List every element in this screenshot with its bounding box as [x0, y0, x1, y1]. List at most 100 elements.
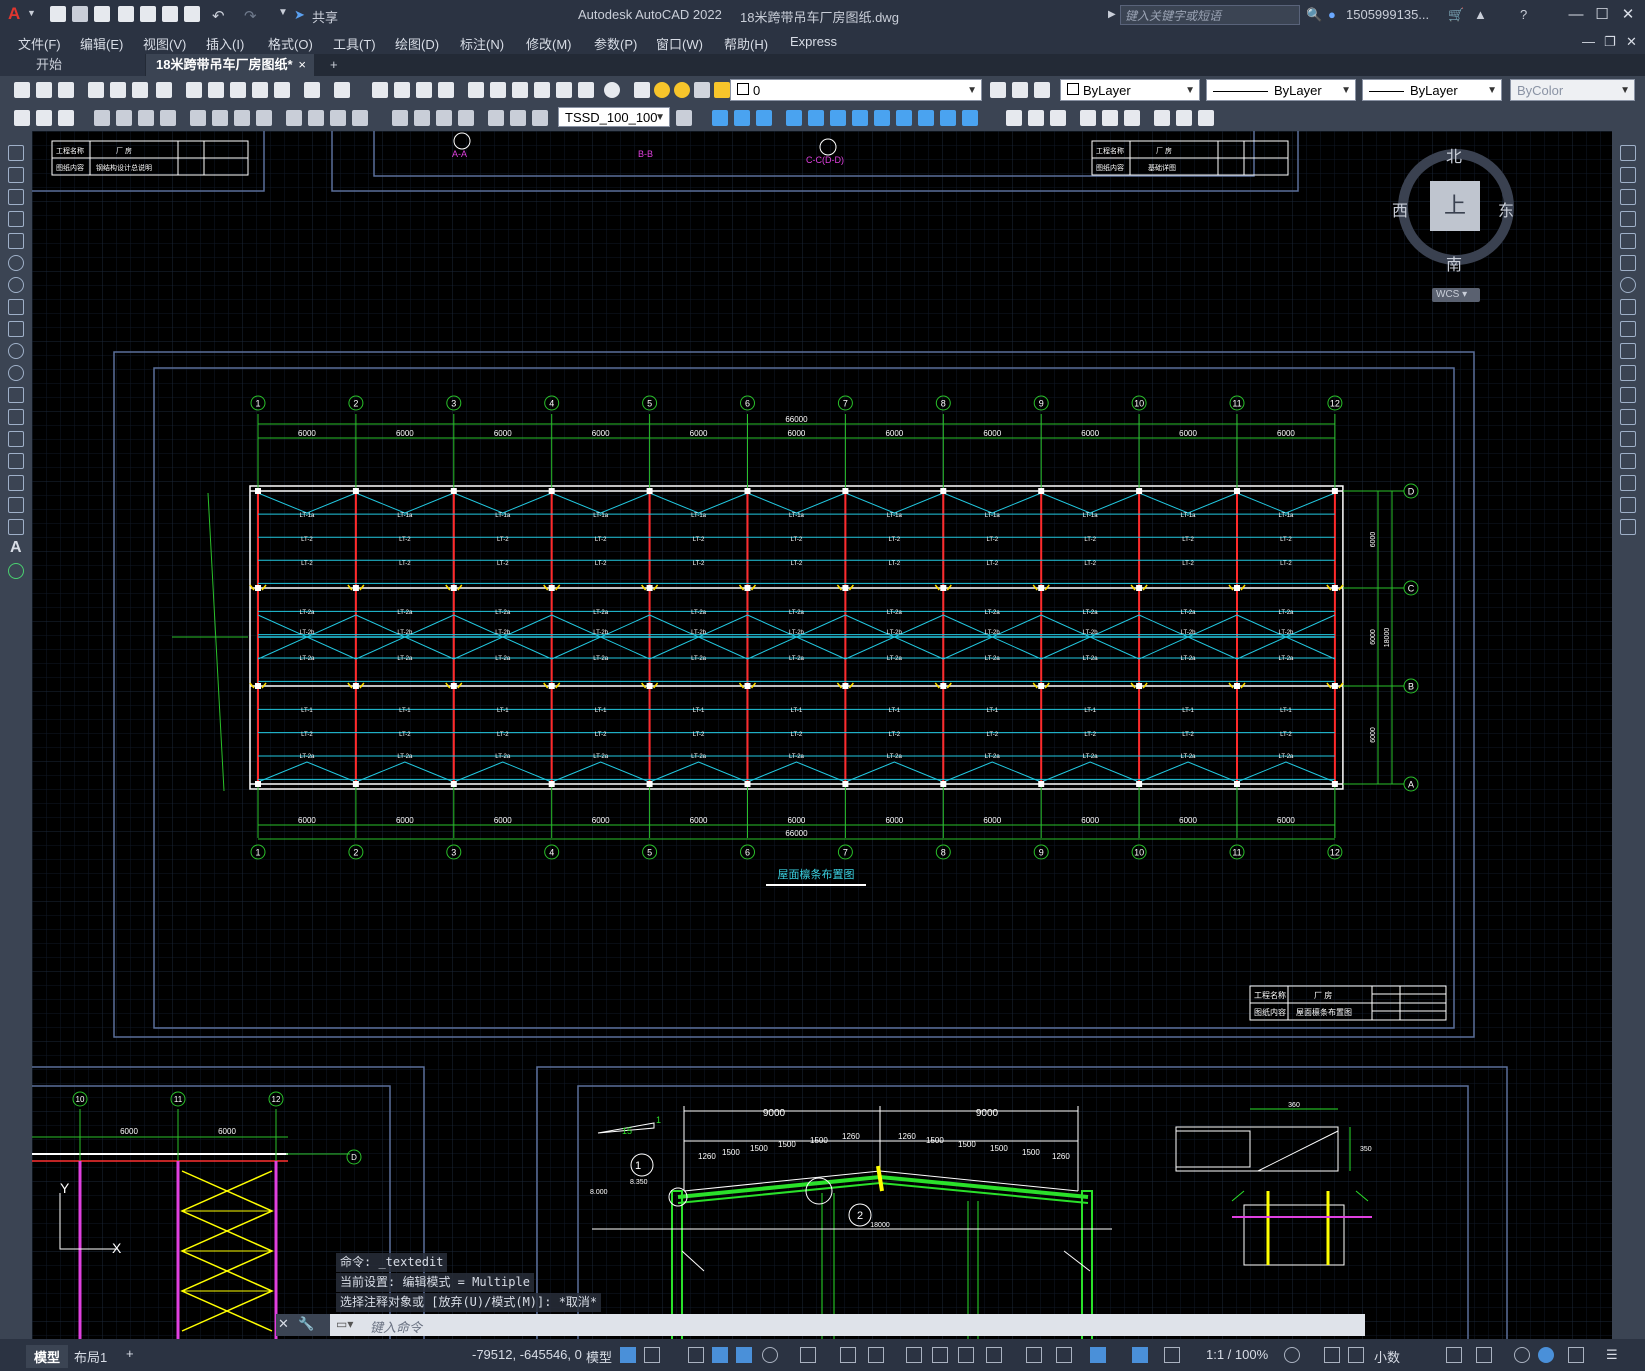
fillet-icon[interactable] — [1620, 475, 1636, 491]
lineweight-dropdown[interactable]: ByLayer ▼ — [1362, 79, 1502, 101]
hatch-icon[interactable] — [8, 453, 24, 469]
iso-nw-icon[interactable] — [940, 110, 956, 126]
units-icon[interactable] — [1348, 1347, 1364, 1363]
menu-dimension[interactable]: 标注(N) — [460, 34, 504, 53]
make-block-icon[interactable] — [8, 409, 24, 425]
object-snap-tracking-icon[interactable] — [840, 1347, 856, 1363]
draworder-icon[interactable] — [58, 110, 74, 126]
tab-start[interactable]: 开始 — [0, 54, 145, 76]
ellipse-arc-icon[interactable] — [8, 365, 24, 381]
menu-format[interactable]: 格式(O) — [268, 34, 313, 53]
redo-icon[interactable]: ↷ — [244, 7, 257, 25]
cut-icon[interactable] — [186, 82, 202, 98]
clean-screen-icon[interactable] — [1568, 1347, 1584, 1363]
viewcube-top-face[interactable]: 上 — [1430, 181, 1480, 231]
customization-menu-icon[interactable]: ☰ — [1606, 1347, 1618, 1363]
color-dropdown[interactable]: ByLayer ▼ — [1060, 79, 1200, 101]
new-icon[interactable] — [14, 82, 30, 98]
linear-dimension-icon[interactable] — [94, 110, 110, 126]
plot-icon[interactable] — [184, 6, 200, 22]
ucs-world-icon[interactable] — [1102, 110, 1118, 126]
erase-icon[interactable] — [1620, 145, 1636, 161]
visual-style-realistic-icon[interactable] — [1050, 110, 1066, 126]
dimension-text-edit-icon[interactable] — [510, 110, 526, 126]
lock-ui-icon[interactable] — [1476, 1347, 1492, 1363]
rectangle-icon[interactable] — [8, 233, 24, 249]
ortho-mode-icon[interactable] — [736, 1347, 752, 1363]
menu-tools[interactable]: 工具(T) — [333, 34, 376, 53]
multiline-text-icon[interactable]: A — [10, 539, 22, 557]
menu-draw[interactable]: 绘图(D) — [395, 34, 439, 53]
line-tool-icon[interactable] — [8, 145, 24, 161]
copy-object-icon[interactable] — [1620, 167, 1636, 183]
view-right-icon[interactable] — [808, 110, 824, 126]
properties-icon[interactable] — [468, 82, 484, 98]
baseline-dimension-icon[interactable] — [308, 110, 324, 126]
undo-tb-icon[interactable] — [304, 82, 320, 98]
annotation-scale[interactable]: 1:1 / 100% — [1206, 1347, 1268, 1362]
tab-model[interactable]: 模型 — [26, 1345, 69, 1368]
layer-on-icon[interactable] — [654, 82, 670, 98]
menu-window[interactable]: 窗口(W) — [656, 34, 703, 53]
layer-lock-state-icon[interactable] — [714, 82, 730, 98]
user-name[interactable]: 1505999135... — [1346, 7, 1429, 22]
minimize-button[interactable]: — — [1565, 4, 1587, 26]
tab-drawing[interactable]: 18米跨带吊车厂房图纸* × — [146, 54, 314, 76]
qat-customize-icon[interactable]: ▼ — [278, 7, 288, 18]
plot-preview-icon[interactable] — [110, 82, 126, 98]
search-icon[interactable]: 🔍 — [1306, 7, 1322, 23]
aligned-dimension-icon[interactable] — [116, 110, 132, 126]
make-current-layer-icon[interactable] — [990, 82, 1006, 98]
app-menu-chevron-icon[interactable]: ▼ — [27, 8, 36, 18]
dynamic-ucs-icon[interactable] — [1026, 1347, 1042, 1363]
break-at-point-icon[interactable] — [1620, 387, 1636, 403]
markup-icon[interactable] — [556, 82, 572, 98]
visual-style-3d-icon[interactable] — [1028, 110, 1044, 126]
search-expand-icon[interactable]: ▶ — [1108, 9, 1116, 20]
help-tb-icon[interactable] — [604, 82, 620, 98]
menu-modify[interactable]: 修改(M) — [526, 34, 572, 53]
ucs-object-icon[interactable] — [1176, 110, 1192, 126]
save-as-icon[interactable] — [118, 6, 134, 22]
layer-states-icon[interactable] — [1034, 82, 1050, 98]
autocad-logo-icon[interactable]: A — [8, 4, 20, 24]
open-icon[interactable] — [36, 82, 52, 98]
dimension-style-icon[interactable] — [676, 110, 692, 126]
circle-icon[interactable] — [8, 277, 24, 293]
rotate-icon[interactable] — [1620, 277, 1636, 293]
auto-scale-icon[interactable] — [1164, 1347, 1180, 1363]
paste-icon[interactable] — [230, 82, 246, 98]
selection-filter-icon[interactable] — [1056, 1347, 1072, 1363]
point-icon[interactable] — [8, 431, 24, 447]
hardware-acceleration-icon[interactable] — [1538, 1347, 1554, 1363]
mirror-icon[interactable] — [1620, 189, 1636, 205]
wcs-menu[interactable]: WCS ▾ — [1432, 288, 1480, 302]
design-center-icon[interactable] — [490, 82, 506, 98]
ucs-previous-icon[interactable] — [1124, 110, 1140, 126]
dimstyle-dropdown[interactable]: TSSD_100_100 ▼ — [558, 107, 670, 127]
dimension-space-icon[interactable] — [352, 110, 368, 126]
jogged-dimension-icon[interactable] — [212, 110, 228, 126]
publish-icon[interactable] — [132, 82, 148, 98]
model-space-button[interactable]: 模型 — [586, 1347, 612, 1366]
visual-style-2d-icon[interactable] — [1006, 110, 1022, 126]
arc-icon[interactable] — [8, 255, 24, 271]
isometric-drafting-icon[interactable] — [800, 1347, 816, 1363]
share-icon[interactable]: ➤ — [294, 7, 305, 23]
new-tab-button[interactable]: + — [320, 54, 348, 76]
menu-file[interactable]: 文件(F) — [18, 34, 61, 53]
save-to-web-icon[interactable] — [162, 6, 178, 22]
center-mark-icon[interactable] — [414, 110, 430, 126]
view-left-icon[interactable] — [786, 110, 802, 126]
scale-icon[interactable] — [1620, 299, 1636, 315]
menu-parametric[interactable]: 参数(P) — [594, 34, 637, 53]
menu-insert[interactable]: 插入(I) — [206, 34, 244, 53]
viewcube-south[interactable]: 南 — [1446, 251, 1462, 275]
plot-tb-icon[interactable] — [88, 82, 104, 98]
stretch-icon[interactable] — [1620, 321, 1636, 337]
polygon-icon[interactable] — [8, 211, 24, 227]
user-icon[interactable]: ● — [1328, 7, 1336, 22]
isolate-objects-icon[interactable] — [1514, 1347, 1530, 1363]
zoom-realtime-icon[interactable] — [394, 82, 410, 98]
open-from-web-icon[interactable] — [140, 6, 156, 22]
